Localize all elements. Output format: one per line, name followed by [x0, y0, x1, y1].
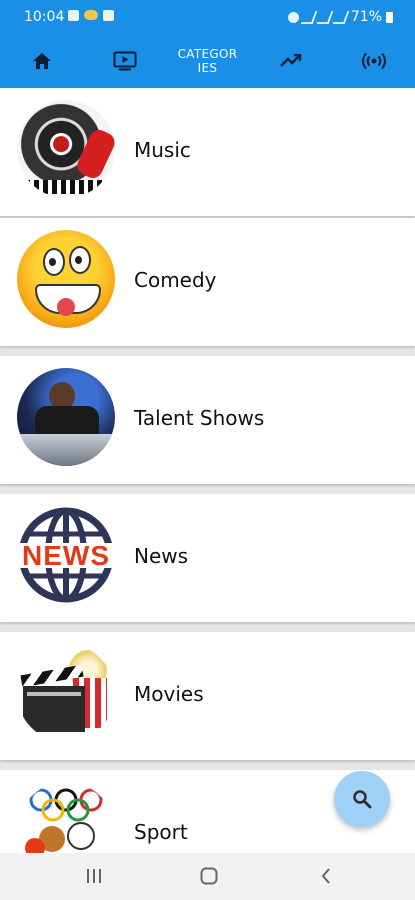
battery-percent: 71%	[350, 9, 382, 25]
wifi-signal-icon	[300, 10, 318, 24]
sport-thumbnail	[17, 782, 115, 853]
status-bar: 10:04 71%	[0, 0, 415, 33]
tab-tv[interactable]	[83, 33, 166, 88]
app-notification-icon	[84, 10, 98, 20]
category-card-news[interactable]: NEWS News	[0, 494, 415, 622]
back-icon	[321, 868, 330, 884]
olympic-rings-icon	[29, 788, 103, 822]
category-title: Sport	[134, 820, 188, 844]
tab-categories[interactable]: CATEGORIES	[166, 33, 249, 88]
category-title: Movies	[134, 682, 204, 706]
home-nav-button[interactable]	[198, 865, 220, 887]
trending-icon	[279, 53, 301, 67]
tab-trending[interactable]	[249, 33, 332, 88]
tab-bar: CATEGORIES	[0, 33, 415, 88]
home-icon	[32, 52, 51, 69]
live-broadcast-icon	[361, 52, 386, 69]
tab-categories-label: CATEGORIES	[177, 46, 238, 75]
category-title: News	[134, 544, 189, 568]
tab-live[interactable]	[332, 33, 415, 88]
back-button[interactable]	[316, 865, 336, 887]
comedy-thumbnail	[17, 230, 115, 328]
category-card-comedy[interactable]: Comedy	[0, 218, 415, 346]
notification-icons	[68, 10, 114, 21]
category-list: Music Comedy Talent Shows NEWS News Movi…	[0, 88, 415, 853]
category-card-movies[interactable]: Movies	[0, 632, 415, 760]
movies-thumbnail	[17, 644, 115, 742]
search-fab-button[interactable]	[334, 771, 390, 827]
check-notification-icon	[103, 10, 114, 21]
tv-icon	[113, 51, 136, 70]
alarm-icon	[287, 11, 299, 23]
category-title: Comedy	[134, 268, 217, 292]
recents-button[interactable]	[84, 865, 104, 887]
system-nav-bar	[0, 853, 415, 900]
recents-icon	[87, 869, 101, 883]
status-time: 10:04	[24, 9, 65, 25]
search-icon	[353, 790, 372, 809]
tab-home[interactable]	[0, 33, 83, 88]
category-card-music[interactable]: Music	[0, 88, 415, 216]
talent-shows-thumbnail	[17, 368, 115, 466]
home-nav-icon	[200, 867, 218, 885]
category-title: Talent Shows	[134, 406, 265, 430]
category-card-talent-shows[interactable]: Talent Shows	[0, 356, 415, 484]
news-logo-text: NEWS	[22, 540, 110, 571]
image-notification-icon	[68, 10, 79, 21]
music-thumbnail	[17, 100, 115, 198]
system-icons: 71%	[287, 9, 393, 25]
cell-signal-2-icon	[332, 10, 350, 24]
cell-signal-icon	[316, 10, 334, 24]
category-title: Music	[134, 138, 191, 162]
news-thumbnail: NEWS	[17, 506, 115, 604]
battery-icon	[386, 11, 393, 23]
